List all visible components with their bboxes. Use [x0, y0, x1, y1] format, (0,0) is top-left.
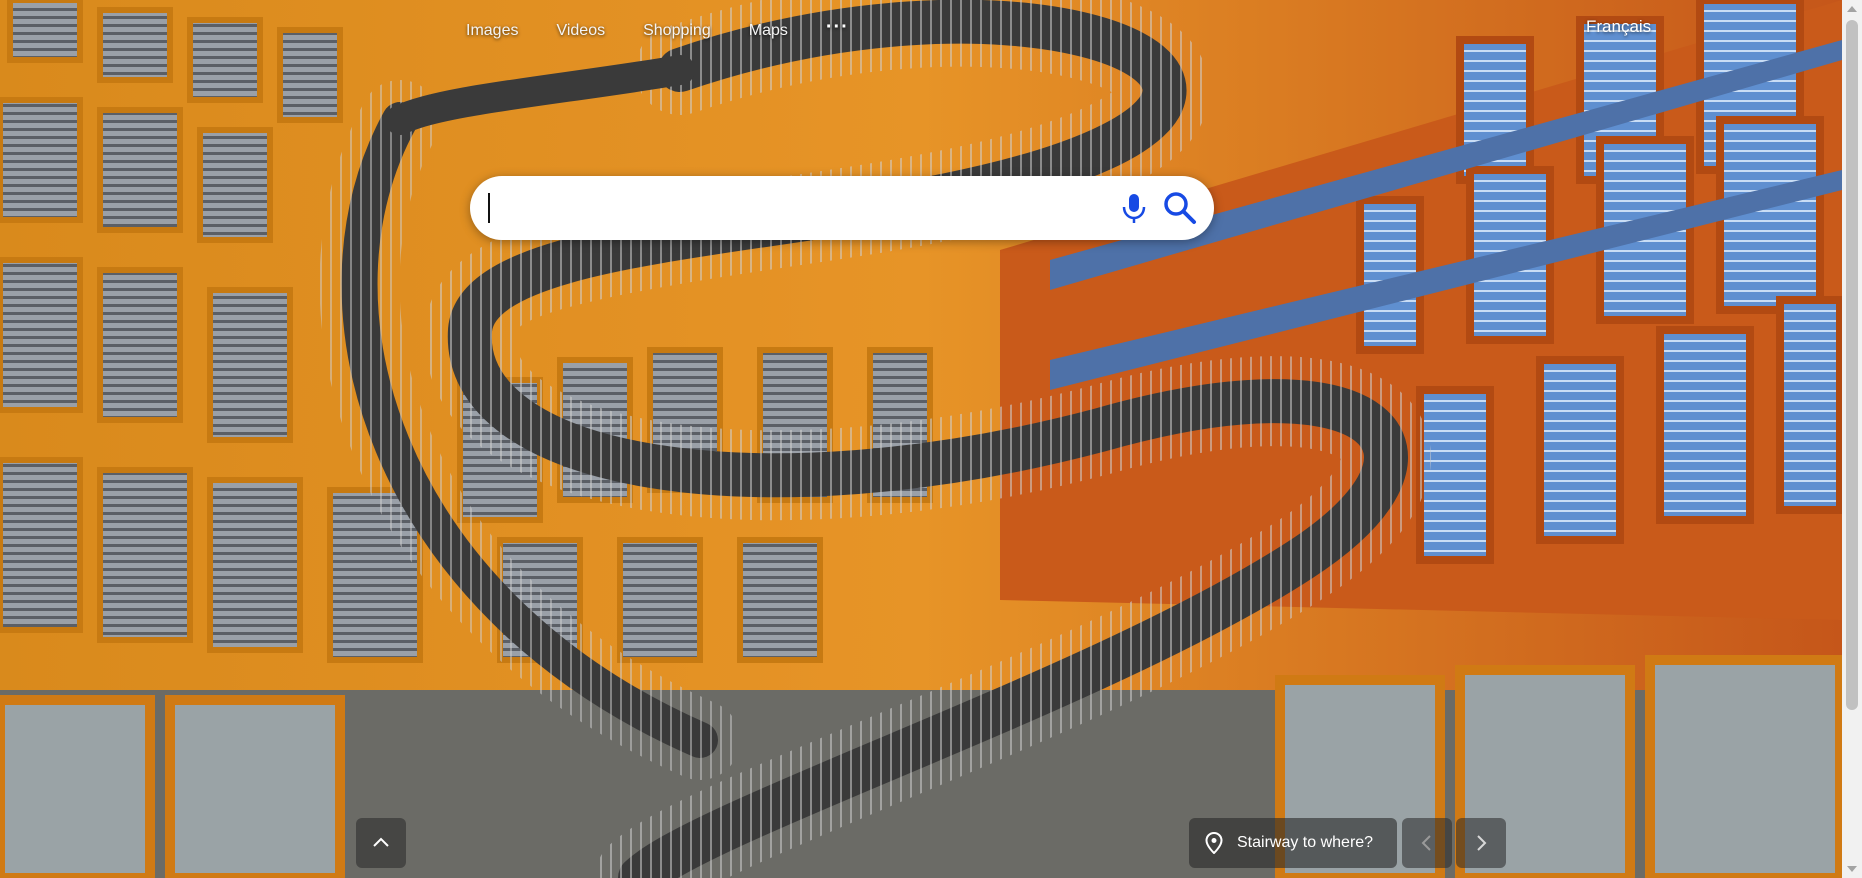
chevron-up-icon	[373, 837, 389, 847]
scroll-down-arrow[interactable]	[1847, 866, 1857, 872]
scroll-to-feed-button[interactable]	[356, 818, 406, 868]
microphone-icon	[1122, 194, 1146, 223]
location-pin-icon	[1205, 832, 1223, 854]
image-caption-button[interactable]: Stairway to where?	[1189, 818, 1397, 868]
chevron-right-icon	[1477, 835, 1487, 851]
search-homepage: Images Videos Shopping Maps ··· Français	[0, 0, 1862, 878]
nav-link-images[interactable]: Images	[466, 20, 518, 42]
background-image	[0, 0, 1842, 878]
text-caret	[488, 193, 490, 223]
previous-image-button[interactable]	[1402, 818, 1452, 868]
more-options-button[interactable]: ···	[826, 17, 849, 37]
search-input[interactable]	[490, 188, 1074, 230]
language-switch-link[interactable]: Français	[1586, 17, 1651, 37]
top-navigation: Images Videos Shopping Maps ···	[466, 17, 849, 42]
nav-link-videos[interactable]: Videos	[556, 20, 605, 42]
voice-search-button[interactable]	[1116, 190, 1152, 226]
search-box	[470, 176, 1214, 240]
page-scrollbar[interactable]	[1842, 0, 1862, 878]
nav-link-shopping[interactable]: Shopping	[643, 20, 711, 42]
scroll-thumb[interactable]	[1846, 20, 1858, 710]
nav-link-maps[interactable]: Maps	[749, 20, 788, 42]
image-caption: Stairway to where?	[1237, 834, 1374, 851]
next-image-button[interactable]	[1456, 818, 1506, 868]
chevron-left-icon	[1421, 835, 1431, 851]
search-icon	[1164, 192, 1196, 224]
scroll-up-arrow[interactable]	[1847, 6, 1857, 12]
search-button[interactable]	[1160, 188, 1200, 228]
